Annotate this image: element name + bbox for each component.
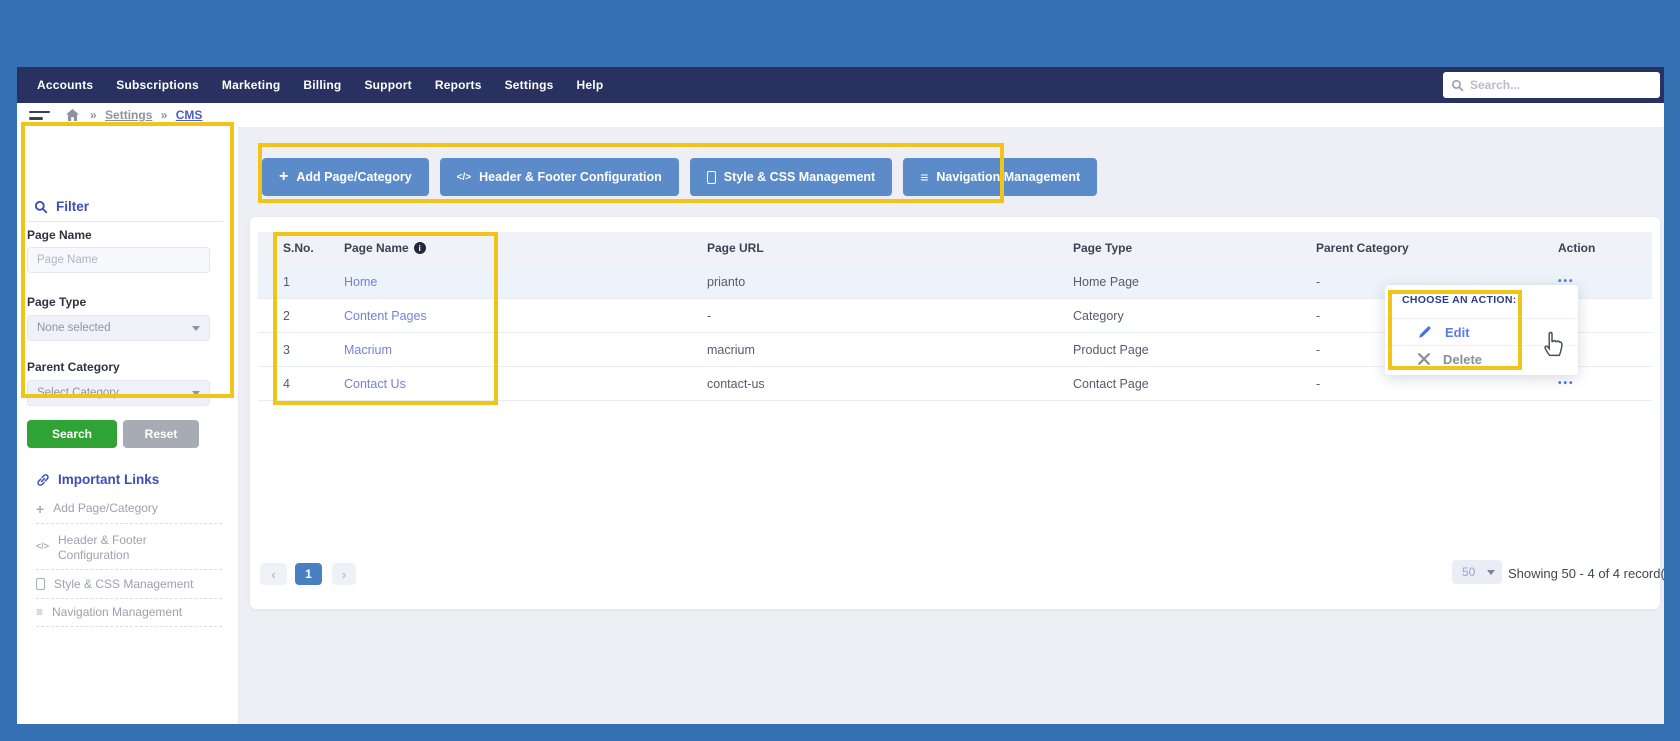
important-links-title: Important Links	[58, 472, 159, 487]
page-name-input[interactable]	[27, 247, 210, 273]
top-navbar: Accounts Subscriptions Marketing Billing…	[17, 67, 1664, 103]
breadcrumb-settings[interactable]: Settings	[105, 108, 152, 122]
col-header-page-type: Page Type	[1073, 232, 1132, 265]
pagination-page-1[interactable]: 1	[295, 563, 322, 585]
search-button[interactable]: Search	[27, 420, 117, 448]
sidebar-link-navigation[interactable]: ≡ Navigation Management	[36, 605, 221, 620]
caret-down-icon	[192, 326, 200, 331]
nav-item-billing[interactable]: Billing	[303, 78, 341, 92]
info-icon[interactable]: i	[414, 242, 426, 254]
nav-item-marketing[interactable]: Marketing	[222, 78, 280, 92]
caret-down-icon	[192, 391, 200, 396]
breadcrumb-bar: » Settings » CMS	[17, 103, 1664, 127]
important-links-header: Important Links	[36, 472, 159, 487]
navigation-management-button[interactable]: ≡ Navigation Management	[903, 158, 1097, 196]
breadcrumb-cms[interactable]: CMS	[176, 108, 203, 122]
plus-icon: +	[279, 168, 288, 186]
per-page-select[interactable]: 50	[1452, 560, 1502, 584]
nav-item-help[interactable]: Help	[577, 78, 604, 92]
global-search-box[interactable]	[1443, 72, 1660, 98]
col-header-page-url: Page URL	[707, 232, 764, 265]
add-page-category-button[interactable]: + Add Page/Category	[262, 158, 429, 196]
page-type-select[interactable]: None selected	[27, 315, 210, 341]
col-header-page-name: Page Namei	[344, 232, 426, 265]
col-header-action: Action	[1558, 232, 1595, 265]
home-icon[interactable]	[66, 109, 79, 121]
parent-category-select[interactable]: Select Category	[27, 380, 210, 406]
filter-title: Filter	[56, 199, 89, 214]
style-css-management-button[interactable]: Style & CSS Management	[690, 158, 892, 196]
sidebar-link-add-page[interactable]: + Add Page/Category	[36, 501, 221, 517]
pagination-prev-button[interactable]: ‹	[260, 563, 287, 585]
close-icon	[1418, 353, 1430, 365]
col-header-parent-category: Parent Category	[1316, 232, 1409, 265]
action-menu-title: CHOOSE AN ACTION:	[1402, 294, 1517, 306]
annotation-frame: Accounts Subscriptions Marketing Billing…	[0, 0, 1680, 741]
hand-cursor-icon	[1541, 329, 1565, 362]
filter-search-icon	[34, 200, 48, 214]
sidebar-link-header-footer[interactable]: </> Header & Footer Configuration	[36, 533, 221, 563]
nav-item-support[interactable]: Support	[364, 78, 411, 92]
sidebar-link-style-css[interactable]: Style & CSS Management	[36, 577, 221, 592]
list-icon: ≡	[36, 605, 43, 619]
pencil-icon	[1418, 325, 1432, 339]
cms-toolbar: + Add Page/Category </> Header & Footer …	[262, 158, 1097, 196]
page-link-macrium[interactable]: Macrium	[344, 333, 392, 367]
pagination-next-button[interactable]: ›	[332, 563, 356, 585]
parent-category-label: Parent Category	[27, 360, 120, 374]
nav-item-accounts[interactable]: Accounts	[37, 78, 93, 92]
page-link-content-pages[interactable]: Content Pages	[344, 299, 427, 333]
filter-header: Filter	[34, 199, 89, 214]
link-icon	[36, 473, 50, 487]
search-icon	[1451, 79, 1464, 92]
caret-down-icon	[1487, 570, 1495, 575]
nav-item-reports[interactable]: Reports	[435, 78, 482, 92]
plus-icon: +	[36, 501, 44, 517]
breadcrumb: » Settings » CMS	[85, 108, 202, 122]
page-name-label: Page Name	[27, 228, 92, 242]
nav-item-settings[interactable]: Settings	[505, 78, 554, 92]
page-link-contact-us[interactable]: Contact Us	[344, 367, 406, 401]
page-type-label: Page Type	[27, 295, 86, 309]
page-link-home[interactable]: Home	[344, 265, 377, 299]
header-footer-config-button[interactable]: </> Header & Footer Configuration	[440, 158, 679, 196]
list-icon: ≡	[920, 169, 928, 185]
sidebar-toggle-icon[interactable]	[29, 111, 51, 120]
records-summary: Showing 50 - 4 of 4 record(s)	[1508, 566, 1664, 581]
search-input[interactable]	[1470, 78, 1630, 92]
file-icon	[36, 578, 45, 590]
nav-item-subscriptions[interactable]: Subscriptions	[116, 78, 199, 92]
col-header-sno: S.No.	[283, 232, 314, 265]
filter-sidebar: Filter Page Name Page Type None selected…	[17, 127, 239, 724]
file-icon	[707, 171, 716, 184]
reset-button[interactable]: Reset	[123, 420, 199, 448]
code-icon: </>	[36, 541, 49, 551]
table-header-row: S.No. Page Namei Page URL Page Type Pare…	[258, 232, 1652, 265]
app-screenshot: Accounts Subscriptions Marketing Billing…	[17, 67, 1664, 724]
code-icon: </>	[457, 172, 471, 183]
